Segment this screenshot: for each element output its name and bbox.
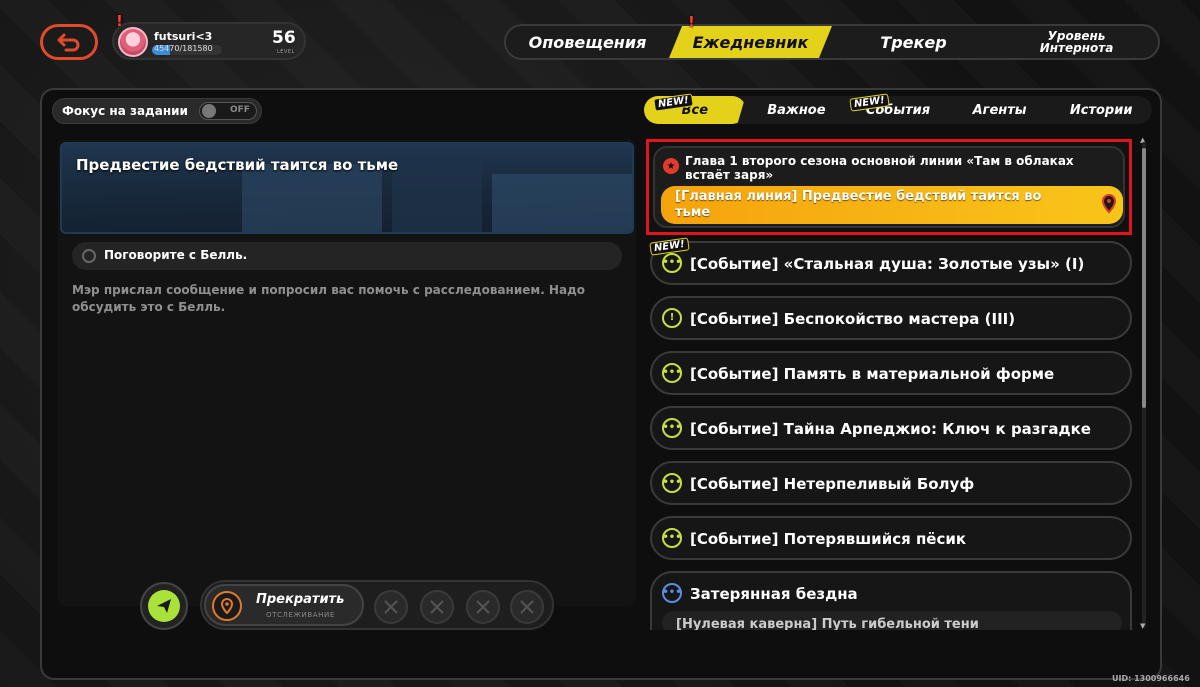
quest-item-label: Затерянная бездна bbox=[690, 585, 858, 603]
quest-item-label: [Событие] Потерявшийся пёсик bbox=[690, 530, 967, 548]
main-quest-step[interactable]: [Главная линия] Предвестие бедствий таит… bbox=[661, 186, 1123, 224]
scrollbar-thumb[interactable] bbox=[1142, 148, 1146, 408]
quest-item-label: [Событие] Нетерпеливый Болуф bbox=[690, 475, 975, 493]
quest-focus-toggle[interactable]: Фокус на задании OFF bbox=[52, 98, 262, 124]
cross-icon bbox=[476, 600, 490, 614]
tab-internot-level[interactable]: Уровень Интернота bbox=[995, 26, 1158, 58]
quest-item[interactable]: ••• [Событие] Потерявшийся пёсик bbox=[650, 516, 1132, 560]
toggle-switch[interactable]: OFF bbox=[199, 102, 257, 120]
objective-text: Поговорите с Белль. bbox=[104, 248, 248, 262]
ellipsis-icon: ••• bbox=[662, 418, 682, 438]
ellipsis-icon: ••• bbox=[662, 528, 682, 548]
banner-building bbox=[492, 174, 632, 232]
send-icon-wrap bbox=[148, 590, 180, 622]
filter-tab-stories[interactable]: Истории bbox=[1050, 96, 1152, 124]
main-quest-card[interactable]: ★ Глава 1 второго сезона основной линии … bbox=[653, 146, 1125, 228]
paper-plane-icon bbox=[157, 599, 171, 613]
filter-tab-important[interactable]: Важное bbox=[746, 96, 848, 124]
quest-objective[interactable]: Поговорите с Белль. bbox=[72, 242, 622, 270]
stop-tracking-sublabel: ОТСЛЕЖИВАНИЕ bbox=[266, 611, 335, 619]
empty-slot-2[interactable] bbox=[420, 590, 454, 624]
quest-item-label: [Событие] «Стальная душа: Золотые узы» (… bbox=[690, 255, 1085, 273]
quest-list-scrollbar[interactable] bbox=[1142, 142, 1146, 628]
banner-building bbox=[242, 164, 382, 232]
empty-slot-3[interactable] bbox=[466, 590, 500, 624]
location-pin-icon bbox=[212, 591, 242, 621]
location-pin-icon bbox=[1101, 194, 1117, 214]
profile-alert-icon: ! bbox=[116, 12, 123, 30]
player-uid: UID: 1300966646 bbox=[1112, 674, 1190, 683]
tracking-bar: Прекратить ОТСЛЕЖИВАНИЕ bbox=[200, 580, 554, 630]
filter-tabs: Все Важное События Агенты Истории bbox=[644, 96, 1152, 124]
empty-slot-1[interactable] bbox=[374, 590, 408, 624]
quest-title: Предвестие бедствий таится во тьме bbox=[76, 156, 399, 174]
player-profile[interactable]: ! futsuri<3 45470/181580 56 LEVEL bbox=[112, 12, 306, 60]
avatar bbox=[118, 27, 148, 57]
scroll-down-icon[interactable]: ▼ bbox=[1140, 622, 1145, 630]
cross-icon bbox=[430, 600, 444, 614]
send-button[interactable] bbox=[140, 582, 188, 630]
toggle-state: OFF bbox=[230, 105, 250, 115]
player-name: futsuri<3 bbox=[154, 30, 213, 43]
quest-item[interactable]: ••• [Событие] Нетерпеливый Болуф bbox=[650, 461, 1132, 505]
exclamation-icon: ! bbox=[662, 308, 682, 328]
main-quest-chapter: Глава 1 второго сезона основной линии «Т… bbox=[685, 154, 1074, 182]
quest-subitem-label: [Нулевая каверна] Путь гибельной тени bbox=[676, 617, 979, 630]
stop-tracking-label: Прекратить bbox=[256, 592, 345, 607]
quest-item-label: [Событие] Память в материальной форме bbox=[690, 365, 1055, 383]
filter-tab-agents[interactable]: Агенты bbox=[949, 96, 1051, 124]
main-quest-highlighted[interactable]: ★ Глава 1 второго сезона основной линии … bbox=[646, 139, 1132, 235]
top-navigation: Оповещения Ежедневник Трекер Уровень Инт… bbox=[504, 24, 1160, 60]
quest-item[interactable]: ••• [Событие] Тайна Арпеджио: Ключ к раз… bbox=[650, 406, 1132, 450]
ellipsis-icon: ••• bbox=[662, 583, 682, 603]
cross-icon bbox=[384, 600, 398, 614]
star-icon: ★ bbox=[663, 158, 679, 174]
quest-item-label: [Событие] Беспокойство мастера (III) bbox=[690, 310, 1016, 328]
quest-subitem[interactable]: [Нулевая каверна] Путь гибельной тени bbox=[662, 611, 1122, 630]
banner-building bbox=[392, 150, 482, 232]
level-label: LEVEL bbox=[277, 49, 295, 55]
stop-tracking-button[interactable]: Прекратить ОТСЛЕЖИВАНИЕ bbox=[204, 584, 364, 626]
back-button[interactable] bbox=[40, 24, 98, 60]
ellipsis-icon: ••• bbox=[662, 473, 682, 493]
focus-label: Фокус на задании bbox=[62, 104, 188, 118]
back-arrow-icon bbox=[57, 33, 80, 52]
quest-list: ★ Глава 1 второго сезона основной линии … bbox=[644, 136, 1144, 630]
quest-description: Мэр прислал сообщение и попросил вас пом… bbox=[72, 283, 586, 314]
main-quest-step-label: [Главная линия] Предвестие бедствий таит… bbox=[675, 189, 1042, 220]
ellipsis-icon: ••• bbox=[662, 363, 682, 383]
empty-slot-4[interactable] bbox=[510, 590, 544, 624]
quest-item-label: [Событие] Тайна Арпеджио: Ключ к разгадк… bbox=[690, 420, 1091, 438]
journal-alert-icon: ! bbox=[688, 13, 695, 31]
quest-banner-image: Предвестие бедствий таится во тьме bbox=[60, 142, 634, 234]
xp-text: 45470/181580 bbox=[154, 44, 213, 53]
toggle-knob bbox=[202, 104, 216, 118]
ellipsis-icon: ••• bbox=[662, 253, 682, 273]
tab-tracker[interactable]: Трекер bbox=[832, 26, 995, 58]
quest-item[interactable]: ••• [Событие] Память в материальной форм… bbox=[650, 351, 1132, 395]
cross-icon bbox=[520, 600, 534, 614]
quest-detail-panel: Предвестие бедствий таится во тьме Погов… bbox=[58, 140, 636, 606]
quest-item[interactable]: ••• [Событие] «Стальная душа: Золотые уз… bbox=[650, 241, 1132, 285]
quest-item[interactable]: ! [Событие] Беспокойство мастера (III) bbox=[650, 296, 1132, 340]
objective-checkbox-icon bbox=[82, 249, 96, 263]
player-level: 56 bbox=[272, 28, 296, 48]
quest-item[interactable]: ••• Затерянная бездна [Нулевая каверна] … bbox=[650, 571, 1132, 630]
tab-notifications[interactable]: Оповещения bbox=[506, 26, 669, 58]
